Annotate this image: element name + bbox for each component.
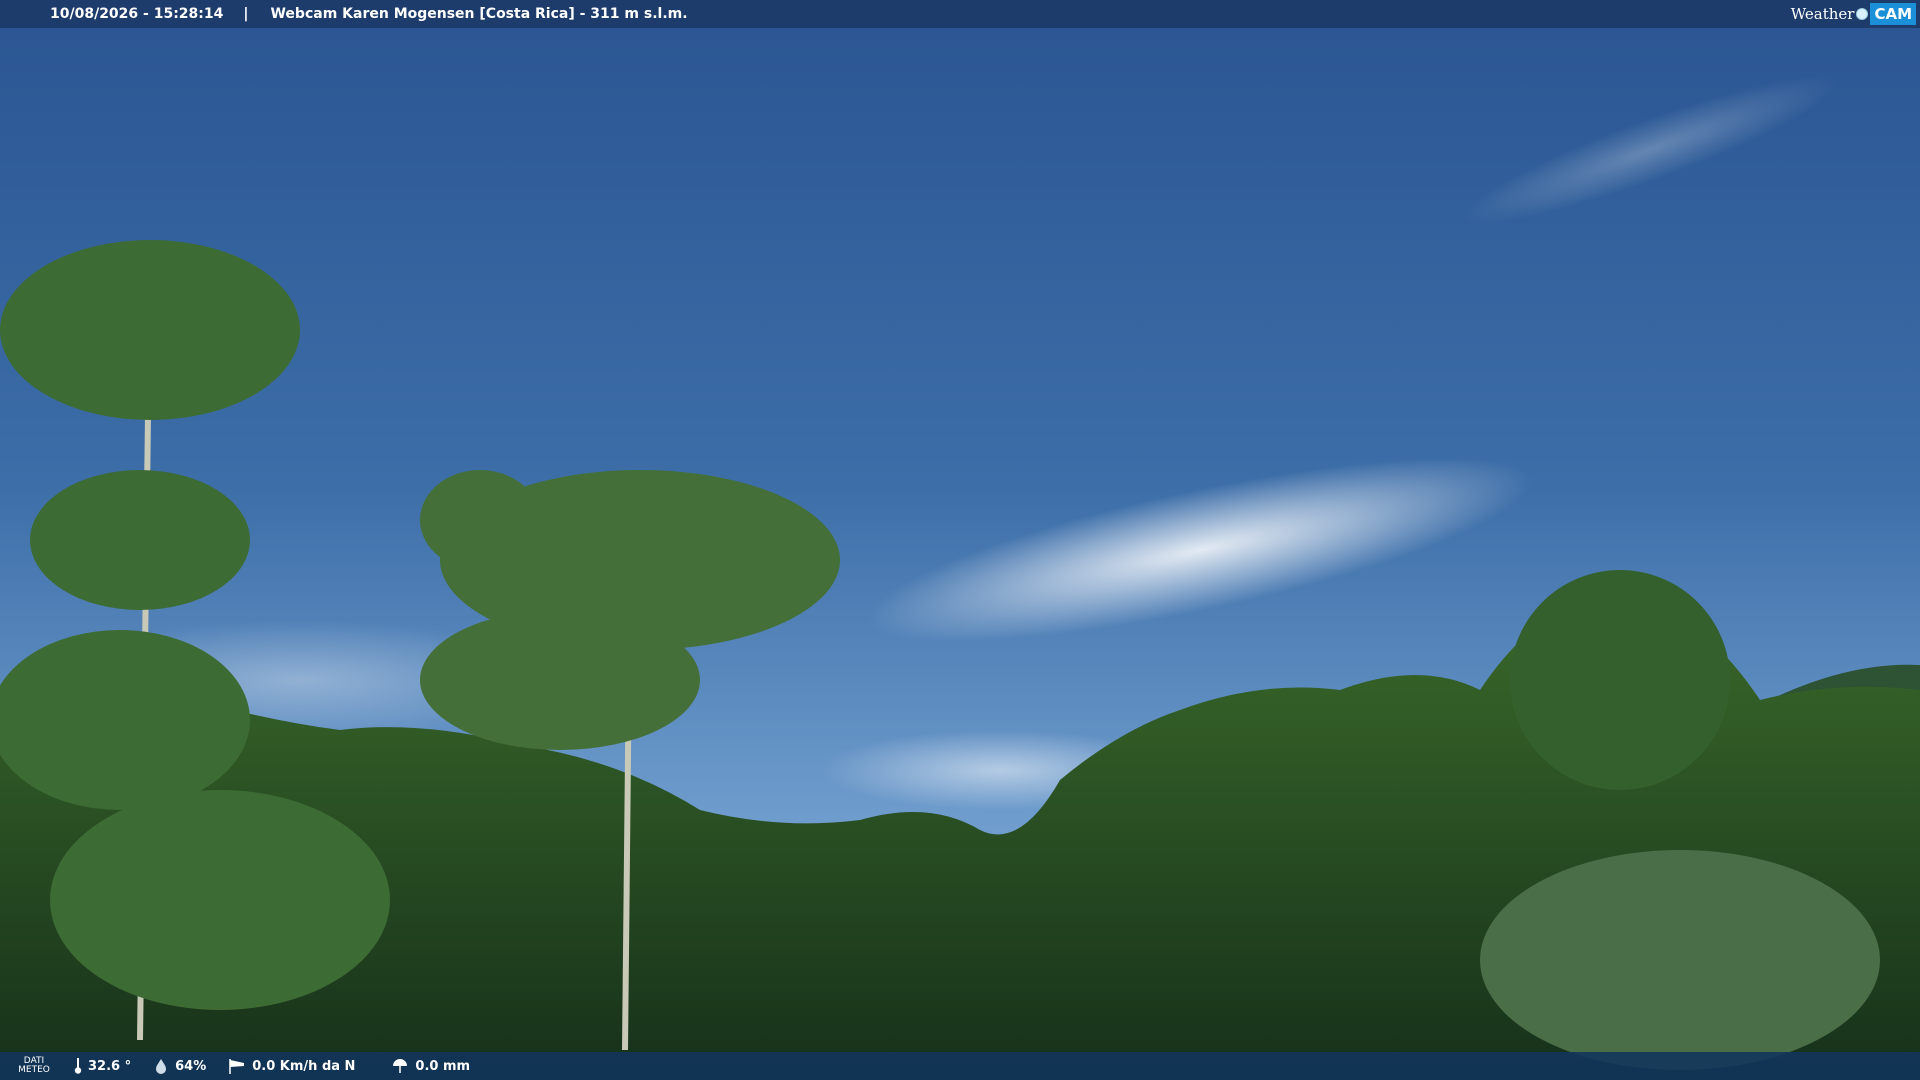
brand-logo[interactable]: Weather CAM [1791,0,1920,28]
humidity-reading: 64% [153,1058,206,1074]
camera-lens-icon [1856,8,1869,20]
brand-weather: Weather [1790,5,1855,23]
droplet-icon [153,1058,169,1074]
separator: | [243,6,249,22]
rain-gauge-icon [391,1058,409,1074]
weather-data-bar: DATI METEO 32.6 ° 64% 0.0 Km/h da N 0.0 … [0,1052,1920,1080]
brand-cam: CAM [1870,3,1916,25]
wind-value: 0.0 Km/h da N [252,1058,356,1074]
dati-line-2: METEO [18,1065,50,1075]
timestamp: 10/08/2026 - 15:28:14 [50,6,224,22]
thermometer-icon [74,1058,82,1074]
humidity-value: 64% [175,1058,207,1074]
top-info-bar: 10/08/2026 - 15:28:14 | Webcam Karen Mog… [0,0,1920,28]
temperature-reading: 32.6 ° [74,1058,131,1074]
windsock-icon [228,1058,246,1074]
rain-reading: 0.0 mm [391,1058,470,1074]
temperature-value: 32.6 ° [88,1058,132,1074]
webcam-title: Webcam Karen Mogensen [Costa Rica] - 311… [270,6,688,22]
dati-meteo-label: DATI METEO [16,1057,52,1075]
wind-reading: 0.0 Km/h da N [228,1058,355,1074]
rain-value: 0.0 mm [415,1058,471,1074]
webcam-image [0,0,1920,1080]
